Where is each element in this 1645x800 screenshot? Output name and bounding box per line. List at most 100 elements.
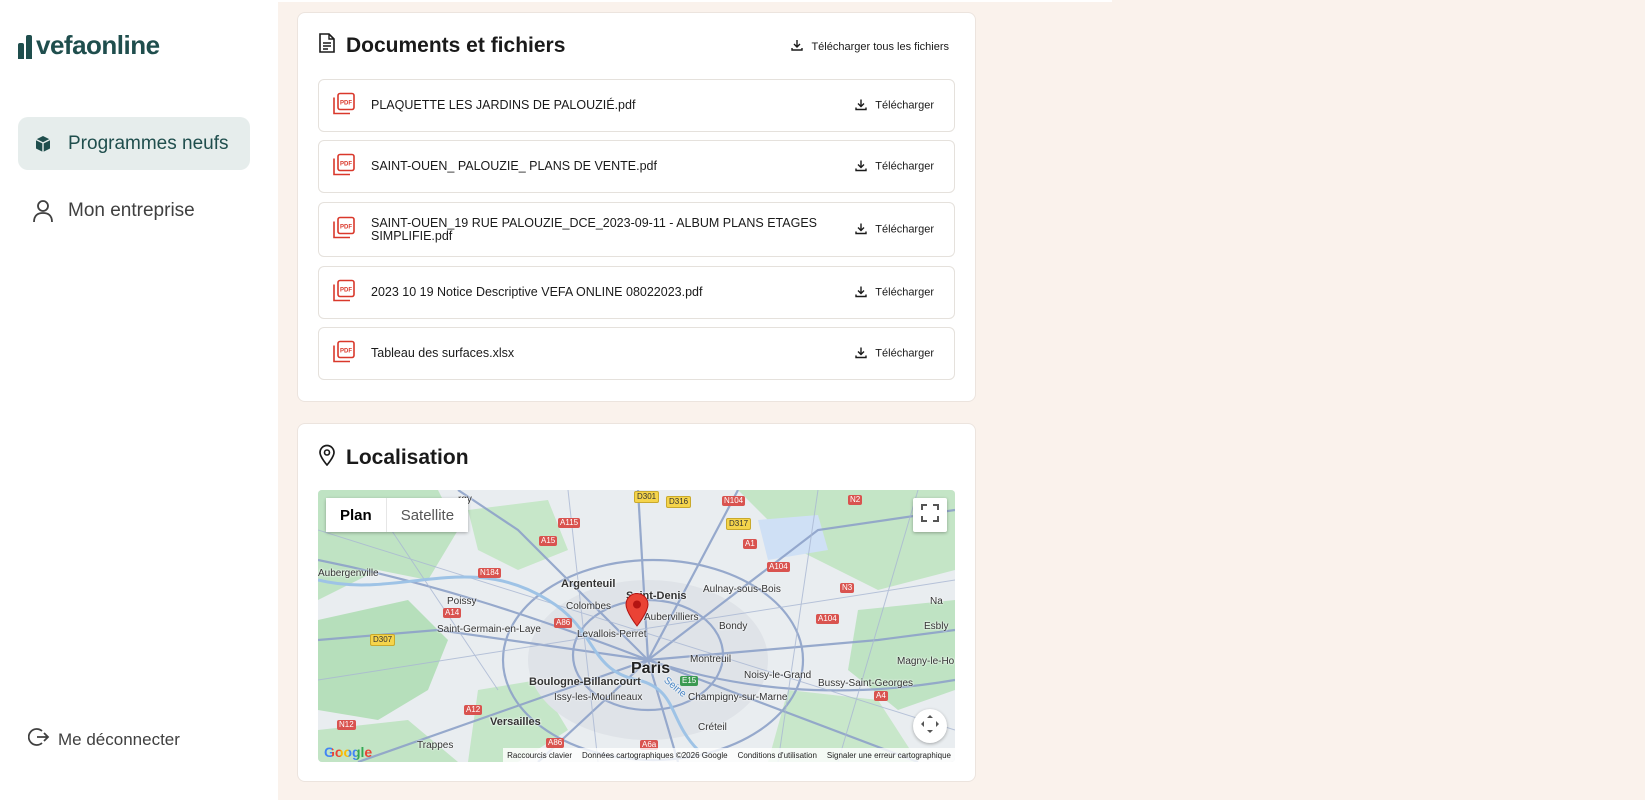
user-icon xyxy=(32,199,54,222)
documents-title-text: Documents et fichiers xyxy=(346,34,566,57)
download-icon xyxy=(855,285,867,300)
logout-icon xyxy=(27,726,50,753)
road-shield: A15 xyxy=(539,536,558,546)
map-type-control: Plan Satellite xyxy=(326,498,469,532)
fullscreen-button[interactable] xyxy=(913,498,947,532)
road-shield: N104 xyxy=(722,496,746,506)
road-shield: N2 xyxy=(848,495,863,505)
road-shield: N184 xyxy=(478,568,502,578)
box-icon xyxy=(32,133,54,155)
download-button[interactable]: Télécharger xyxy=(855,159,934,174)
pdf-file-icon: PDF xyxy=(333,153,355,180)
google-logo-text: Google xyxy=(324,744,373,760)
nav-item-programmes-neufs[interactable]: Programmes neufs xyxy=(18,117,250,170)
documents-card: Documents et fichiers Télécharger tous l… xyxy=(297,12,976,402)
road-shield: D316 xyxy=(666,496,692,508)
road-shield: N12 xyxy=(337,720,356,730)
nav-item-label: Programmes neufs xyxy=(68,132,229,154)
file-row: PDF PLAQUETTE LES JARDINS DE PALOUZIÉ.pdf… xyxy=(318,79,955,132)
svg-text:PDF: PDF xyxy=(340,348,352,354)
logo-mark-icon xyxy=(18,33,32,59)
documents-title: Documents et fichiers xyxy=(318,33,565,59)
map-label: Montreuil xyxy=(690,654,732,665)
terms-link[interactable]: Conditions d'utilisation xyxy=(738,751,817,760)
map-label: Bondy xyxy=(719,621,748,632)
map-type-satellite-button[interactable]: Satellite xyxy=(386,498,469,532)
file-row: PDF Tableau des surfaces.xlsx Télécharger xyxy=(318,327,955,380)
map-attribution: Raccourcis clavier Données cartographiqu… xyxy=(503,748,955,762)
nav-item-mon-entreprise[interactable]: Mon entreprise xyxy=(18,184,250,237)
location-pin-icon xyxy=(318,444,336,472)
file-name: Tableau des surfaces.xlsx xyxy=(371,346,515,360)
file-row: PDF 2023 10 19 Notice Descriptive VEFA ON… xyxy=(318,266,955,319)
map-label: Trappes xyxy=(417,740,454,751)
download-button[interactable]: Télécharger xyxy=(855,346,934,361)
road-shield: A86 xyxy=(546,738,565,748)
logout-label: Me déconnecter xyxy=(58,729,180,749)
sidebar: vefaonline Programmes neufs Mon entrepri… xyxy=(0,0,278,800)
map-label: Poissy xyxy=(447,596,477,607)
download-icon xyxy=(855,222,867,237)
pdf-file-icon: PDF xyxy=(333,279,355,306)
road-shield: A12 xyxy=(464,705,483,715)
map-label: Issy-les-Moulineaux xyxy=(554,692,643,703)
download-all-label: Télécharger tous les fichiers xyxy=(811,40,949,53)
location-marker-icon[interactable] xyxy=(625,593,649,632)
download-button[interactable]: Télécharger xyxy=(855,285,934,300)
map-label: Aubergenville xyxy=(318,568,379,579)
download-label: Télécharger xyxy=(875,286,934,299)
logout-button[interactable]: Me déconnecter xyxy=(27,726,180,753)
fullscreen-icon xyxy=(921,503,939,527)
map-label: Colombes xyxy=(566,601,612,612)
map-label: Aulnay-sous-Bois xyxy=(703,584,781,595)
svg-text:PDF: PDF xyxy=(340,224,352,230)
map-label: Aubervilliers xyxy=(644,612,699,623)
download-all-button[interactable]: Télécharger tous les fichiers xyxy=(791,39,949,54)
location-card: Localisation Aubergenville Argenteuil Sa… xyxy=(297,423,976,782)
download-button[interactable]: Télécharger xyxy=(855,222,934,237)
map-label: Esbly xyxy=(924,621,949,632)
svg-text:PDF: PDF xyxy=(340,100,352,106)
file-name: SAINT-OUEN_19 RUE PALOUZIE_DCE_2023-09-1… xyxy=(371,215,817,243)
road-shield: A86 xyxy=(554,618,573,628)
download-button[interactable]: Télécharger xyxy=(855,98,934,113)
map-label: Bussy-Saint-Georges xyxy=(818,678,914,689)
google-logo[interactable]: Google xyxy=(324,744,372,760)
pdf-file-icon: PDF xyxy=(333,216,355,243)
road-shield: A1 xyxy=(743,539,757,549)
map[interactable]: rgy Aubergenville Argenteuil Saint-Denis… xyxy=(318,490,955,762)
brand-name: vefaonline xyxy=(36,30,160,60)
map-label: Argenteuil xyxy=(561,578,616,590)
road-shield: A14 xyxy=(443,608,462,618)
download-icon xyxy=(855,98,867,113)
map-label: Noisy-le-Grand xyxy=(744,670,812,681)
road-shield: A104 xyxy=(767,562,790,572)
file-row: PDF SAINT-OUEN_19 RUE PALOUZIE_DCE_2023-0… xyxy=(318,202,955,257)
svg-text:PDF: PDF xyxy=(340,161,352,167)
download-label: Télécharger xyxy=(875,160,934,173)
nav-item-label: Mon entreprise xyxy=(68,199,195,221)
location-title: Localisation xyxy=(318,444,469,472)
road-shield: D307 xyxy=(370,634,396,646)
file-name: 2023 10 19 Notice Descriptive VEFA ONLIN… xyxy=(371,285,703,299)
document-icon xyxy=(318,33,336,59)
road-shield: A104 xyxy=(816,614,839,624)
road-shield: A115 xyxy=(558,518,581,528)
road-shield: E15 xyxy=(680,676,699,686)
download-label: Télécharger xyxy=(875,99,934,112)
pan-arrows-icon xyxy=(920,714,940,739)
map-camera-control[interactable] xyxy=(913,709,947,743)
brand-logo[interactable]: vefaonline xyxy=(18,30,160,61)
download-icon xyxy=(855,346,867,361)
map-label: Champigny-sur-Marne xyxy=(688,692,788,703)
map-type-plan-button[interactable]: Plan xyxy=(326,498,386,532)
file-name: PLAQUETTE LES JARDINS DE PALOUZIÉ.pdf xyxy=(371,98,636,112)
report-error-link[interactable]: Signaler une erreur cartographique xyxy=(827,751,951,760)
keyboard-shortcuts-link[interactable]: Raccourcis clavier xyxy=(507,751,572,760)
map-label: Saint-Germain-en-Laye xyxy=(437,624,541,635)
road-shield: A4 xyxy=(874,691,888,701)
map-label: Créteil xyxy=(698,722,727,733)
map-data-text: Données cartographiques ©2026 Google xyxy=(582,750,728,760)
download-icon xyxy=(791,39,804,54)
road-shield: D301 xyxy=(634,491,660,503)
